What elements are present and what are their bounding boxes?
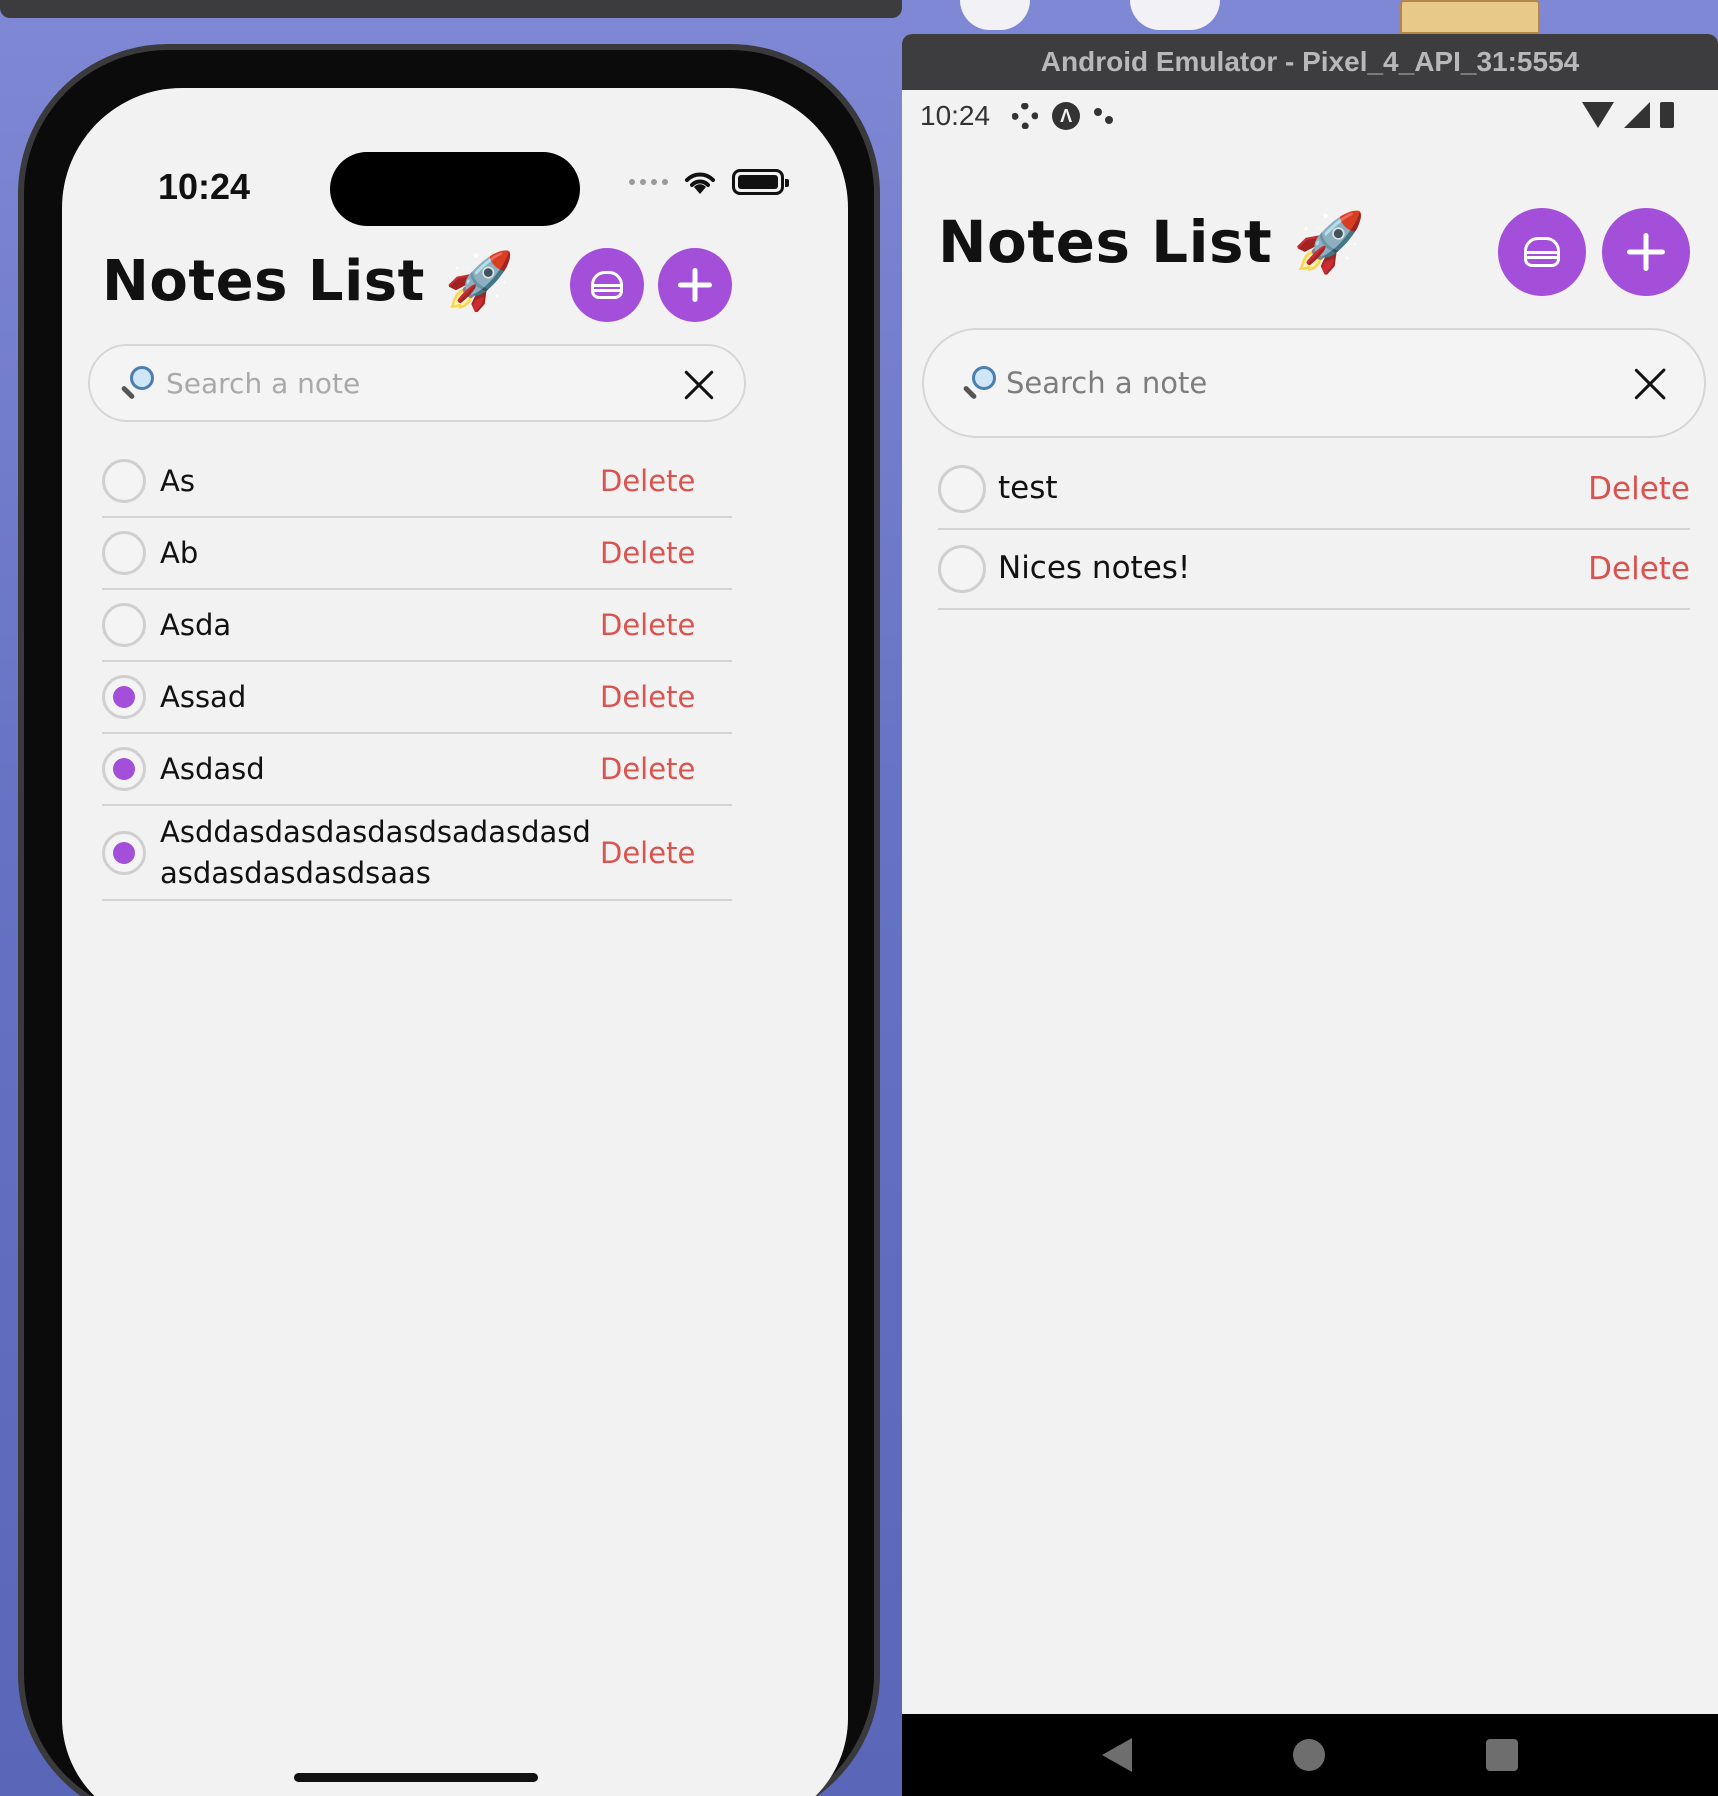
note-row: Assad Delete (102, 662, 732, 734)
delete-button[interactable]: Delete (600, 680, 695, 714)
note-row: Asddasdasdasdasdsadasdasdasdasdasdasdsaa… (102, 806, 732, 902)
wallpaper-castle (1400, 0, 1540, 34)
home-indicator[interactable] (294, 1773, 538, 1782)
burger-icon (591, 271, 623, 299)
page-title: Notes List 🚀 (102, 249, 516, 314)
signal-icon (1624, 102, 1650, 128)
add-note-button[interactable] (1602, 208, 1690, 296)
back-icon[interactable] (1102, 1738, 1133, 1772)
note-checkbox[interactable] (938, 465, 986, 513)
menu-button[interactable] (570, 248, 644, 322)
delete-button[interactable]: Delete (600, 608, 695, 642)
search-input[interactable]: Search a note (922, 328, 1706, 438)
android-status-bar: 10:24 Λ (902, 90, 1718, 142)
iphone-screen: 10:24 Notes List 🚀 Search a note As Dele… (62, 88, 848, 1796)
delete-button[interactable]: Delete (1588, 471, 1690, 507)
recents-icon[interactable] (1485, 1739, 1518, 1771)
note-text: Asdasd (160, 751, 265, 786)
battery-icon (1660, 102, 1674, 128)
plus-icon (678, 268, 712, 302)
search-placeholder: Search a note (166, 366, 361, 400)
note-checkbox[interactable] (102, 531, 146, 575)
delete-button[interactable]: Delete (600, 536, 695, 570)
search-icon (962, 366, 996, 400)
page-title: Notes List 🚀 (938, 208, 1366, 276)
note-checkbox[interactable] (102, 459, 146, 503)
note-checkbox[interactable] (102, 747, 146, 791)
android-emulator-window: Android Emulator - Pixel_4_API_31:5554 1… (902, 34, 1718, 1796)
dots-icon (1094, 108, 1114, 124)
note-checkbox[interactable] (938, 545, 986, 593)
notes-list: As Delete Ab Delete Asda Delete Assad Delete Asd… (102, 446, 732, 902)
delete-button[interactable]: Delete (600, 836, 695, 870)
status-icons (629, 168, 789, 196)
delete-button[interactable]: Delete (600, 464, 695, 498)
note-row: Nices notes! Delete (938, 530, 1690, 610)
note-checkbox[interactable] (102, 830, 146, 875)
note-row: Asdasd Delete (102, 734, 732, 806)
note-text: Ab (160, 535, 199, 570)
plus-icon (1627, 233, 1665, 271)
note-row: test Delete (938, 450, 1690, 530)
delete-button[interactable]: Delete (1588, 551, 1690, 587)
android-nav-bar (902, 1714, 1718, 1796)
note-text: Nices notes! (998, 550, 1191, 587)
note-checkbox[interactable] (102, 603, 146, 647)
wifi-icon (1582, 102, 1614, 128)
note-row: As Delete (102, 446, 732, 518)
gear-icon (1012, 103, 1039, 129)
clear-search-icon[interactable] (684, 370, 714, 400)
home-icon[interactable] (1292, 1739, 1325, 1771)
window-title: Android Emulator - Pixel_4_API_31:5554 (902, 34, 1718, 90)
search-input[interactable]: Search a note (88, 344, 746, 422)
notes-list: test Delete Nices notes! Delete (938, 450, 1690, 610)
note-checkbox[interactable] (102, 675, 146, 719)
delete-button[interactable]: Delete (600, 752, 695, 786)
status-time: 10:24 (158, 166, 251, 207)
wifi-icon (685, 172, 715, 194)
search-placeholder: Search a note (1006, 366, 1208, 400)
note-text: Assad (160, 679, 247, 714)
dynamic-island (330, 152, 580, 226)
note-row: Asda Delete (102, 590, 732, 662)
note-text: As (160, 463, 195, 498)
cellular-icon (629, 179, 668, 185)
note-text: test (998, 470, 1058, 507)
note-text: Asda (160, 607, 232, 642)
battery-icon (732, 169, 789, 195)
clear-search-icon[interactable] (1634, 368, 1666, 400)
iphone-simulator: 10:24 Notes List 🚀 Search a note As Dele… (18, 44, 880, 1796)
burger-icon (1524, 237, 1560, 267)
status-time: 10:24 (920, 100, 991, 131)
status-icons (1582, 102, 1674, 128)
note-text: Asddasdasdasdasdsadasdasdasdasdasdasdsaa… (160, 815, 591, 890)
note-row: Ab Delete (102, 518, 732, 590)
accessibility-icon: Λ (1052, 102, 1081, 130)
desktop-window-edge (0, 0, 902, 18)
search-icon (120, 366, 154, 400)
menu-button[interactable] (1498, 208, 1586, 296)
add-note-button[interactable] (658, 248, 732, 322)
